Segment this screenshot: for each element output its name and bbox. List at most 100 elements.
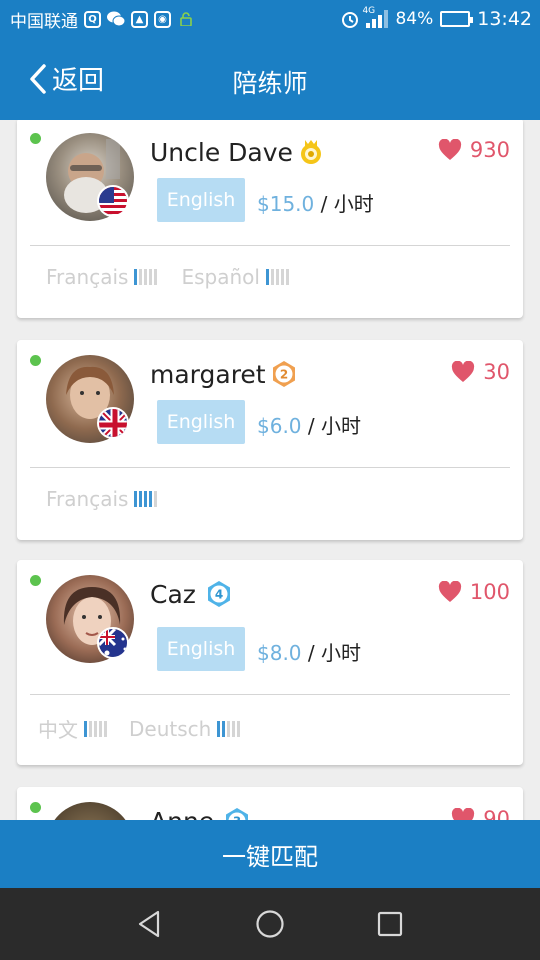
skill-row: Français Español [17,265,523,289]
tutor-name: margaret [150,360,266,389]
network-type-label: 4G [362,6,376,16]
triangle-back-icon [138,910,160,938]
likes-count[interactable]: 30 [451,360,510,384]
price-unit: / 小时 [307,414,361,438]
level-bar [285,269,289,285]
heart-icon [452,808,475,820]
language-chip: English [157,627,245,671]
flag-uk-icon [97,407,129,439]
divider [30,694,510,695]
nav-home-button[interactable] [250,904,290,944]
price-unit: / 小时 [307,641,361,665]
level-bar [280,269,284,285]
battery-icon [440,11,474,27]
tutor-card[interactable]: margaret 2 30 English $6.0 / 小时 Français [17,340,523,540]
price-amount: $15.0 [257,192,315,216]
skill-item: Français [46,487,158,511]
tutor-list[interactable]: Uncle Dave 930 English $15.0 / 小时 França… [0,120,540,820]
level-bar [222,720,226,737]
price: $15.0 / 小时 [257,188,374,217]
online-indicator [30,802,41,813]
app-notification-icon: Q [84,10,101,28]
divider [30,467,510,468]
battery-percent: 84% [395,9,434,29]
likes-number: 930 [469,138,510,162]
alarm-icon [341,10,359,28]
likes-number: 30 [483,360,510,384]
level-bar [217,720,221,737]
level-bar [265,269,269,285]
likes-count[interactable]: 930 [438,138,510,162]
skill-item: Español [181,265,289,289]
skill-level-icon [134,269,158,285]
price-unit: / 小时 [320,192,374,216]
level-badge-icon: 2 [273,361,295,387]
skill-item: Deutsch [129,716,241,741]
quick-match-button[interactable]: 一键匹配 [0,820,540,888]
likes-count[interactable]: 100 [438,580,510,604]
nav-back-button[interactable] [130,904,170,944]
wechat-icon [107,10,125,28]
level-bar [99,720,102,737]
level-bar [149,269,153,285]
language-chip: English [157,400,245,444]
clock: 13:42 [477,8,532,30]
level-number: 4 [215,588,223,602]
price: $6.0 / 小时 [257,410,361,439]
level-bar [104,720,107,737]
level-bar [270,269,274,285]
skill-language: Français [46,487,129,511]
level-bar [227,720,231,737]
carrier-label: 中国联通 [10,11,78,32]
level-badge-icon: 3 [226,808,248,820]
tutor-name: Anne [150,807,214,820]
price-amount: $6.0 [257,414,302,438]
tutor-card[interactable]: Uncle Dave 930 English $15.0 / 小时 França… [17,120,523,318]
skill-language: Deutsch [129,716,212,741]
language-chip: English [157,178,245,222]
skill-row: Français [17,487,523,511]
likes-count[interactable]: 90 [451,807,510,820]
circle-home-icon [256,910,284,938]
tutor-card[interactable]: Anne 3 90 [17,787,523,820]
level-bar [94,720,97,737]
signal-icon: 4G [362,6,389,28]
system-nav-bar [0,888,540,960]
level-bar [84,720,87,737]
square-recents-icon [377,911,403,937]
level-bar [144,491,148,507]
skill-language: 中文 [38,718,78,742]
likes-number: 90 [483,807,510,820]
gold-medal-icon [301,140,321,164]
level-bar [149,491,153,507]
level-number: 2 [280,368,288,382]
tutor-name: Uncle Dave [150,138,293,167]
level-bar [237,720,241,737]
heart-icon [438,581,462,602]
level-bar [134,491,138,507]
nav-recents-button[interactable] [370,904,410,944]
skill-item: Français [46,265,158,289]
level-bar [154,491,158,507]
level-bar [89,720,92,737]
skill-item: 中文 [38,714,107,743]
avatar [46,802,134,820]
skill-level-icon [265,269,289,285]
skill-level-icon [84,720,107,737]
online-indicator [30,133,41,144]
page-title: 陪练师 [232,69,308,98]
tutor-card[interactable]: Caz 4 100 English $8.0 / 小时 中文 Deutsch [17,560,523,765]
heart-icon [452,361,475,382]
skill-language: Español [181,265,260,289]
level-bar [139,491,143,507]
level-bar [134,269,138,285]
skill-level-icon [134,491,158,507]
level-bar [154,269,158,285]
divider [30,245,510,246]
level-badge-icon: 4 [208,581,230,607]
level-bar [139,269,143,285]
skill-language: Français [46,265,129,289]
level-bar [275,269,279,285]
tutor-name: Caz [150,580,196,609]
price: $8.0 / 小时 [257,637,361,666]
